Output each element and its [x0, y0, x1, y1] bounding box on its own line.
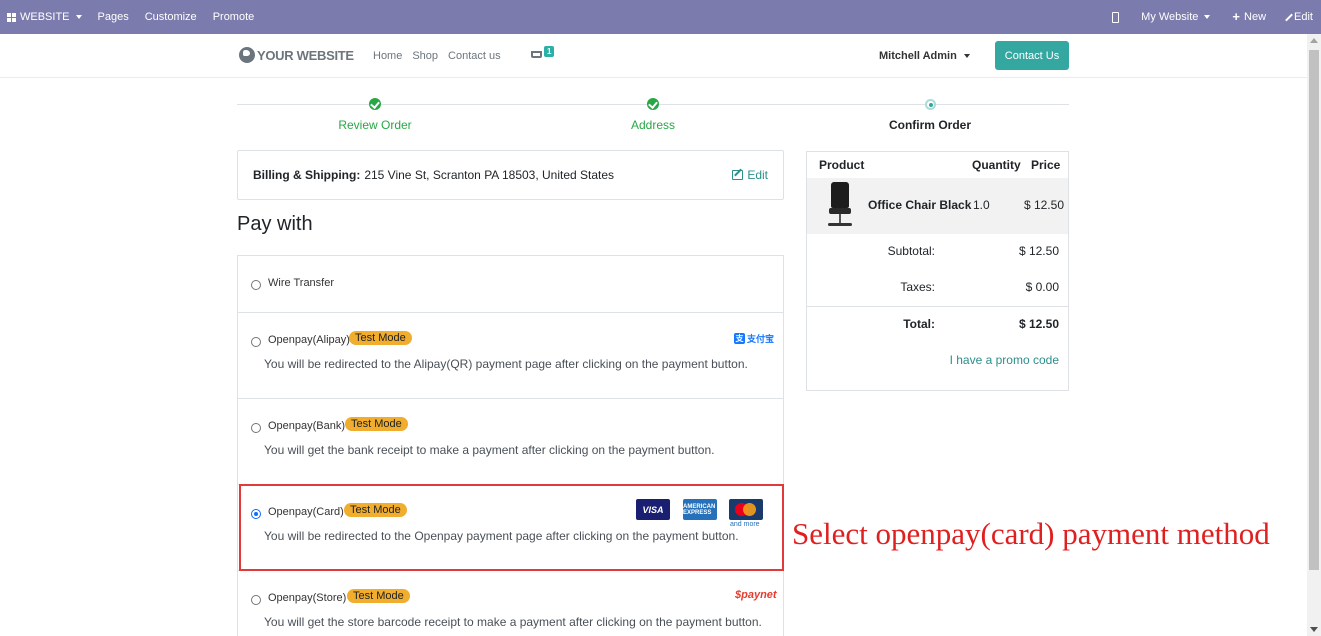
- user-name: Mitchell Admin: [879, 50, 957, 62]
- address-value: 215 Vine St, Scranton PA 18503, United S…: [364, 168, 615, 182]
- payment-description: You will get the store barcode receipt t…: [264, 615, 762, 629]
- page-scrollbar[interactable]: [1307, 34, 1321, 636]
- contact-us-button[interactable]: Contact Us: [995, 41, 1069, 70]
- subtotal-value: $ 12.50: [1018, 244, 1059, 258]
- step-address-check-icon: [647, 98, 659, 110]
- apps-menu-label: WEBSITE: [20, 11, 70, 23]
- test-mode-badge: Test Mode: [347, 589, 410, 603]
- promo-code-link[interactable]: I have a promo code: [950, 353, 1059, 367]
- column-header-quantity: Quantity: [972, 158, 1021, 172]
- mobile-icon: [1112, 11, 1120, 23]
- scroll-up-icon[interactable]: [1310, 38, 1318, 43]
- nav-contact-us[interactable]: Contact us: [448, 50, 501, 62]
- chevron-down-icon: [75, 15, 82, 19]
- user-menu[interactable]: Mitchell Admin: [879, 50, 970, 62]
- divider: [807, 306, 1068, 307]
- main-nav: Home Shop Contact us: [373, 50, 501, 62]
- new-button[interactable]: + New: [1232, 9, 1267, 24]
- edit-icon: [732, 170, 744, 180]
- alipay-logo: 支 支付宝: [734, 332, 774, 345]
- edit-address-link[interactable]: Edit: [732, 168, 768, 182]
- payment-radio[interactable]: [251, 337, 261, 347]
- step-review-order-check-icon: [369, 98, 381, 110]
- annotation-text: Select openpay(card) payment method: [792, 516, 1270, 551]
- test-mode-badge: Test Mode: [349, 331, 412, 345]
- column-header-price: Price: [1031, 158, 1061, 172]
- taxes-label: Taxes:: [900, 280, 935, 294]
- address-label: Billing & Shipping:: [253, 168, 361, 182]
- payment-option-openpay-alipay[interactable]: Openpay(Alipay) Test Mode 支 支付宝 You will…: [238, 313, 783, 399]
- payment-option-wire-transfer[interactable]: Wire Transfer: [238, 256, 783, 313]
- payment-radio[interactable]: [251, 595, 261, 605]
- product-quantity: 1.0: [973, 198, 990, 212]
- logo-text: YOUR WEBSITE: [257, 47, 354, 63]
- payment-name: Openpay(Store): [268, 592, 347, 604]
- nav-shop[interactable]: Shop: [412, 50, 438, 62]
- edit-label: Edit: [1294, 11, 1313, 23]
- step-confirm-order: Confirm Order: [888, 118, 971, 132]
- address-card: Billing & Shipping: 215 Vine St, Scranto…: [237, 150, 784, 200]
- cart-link[interactable]: 1: [531, 46, 561, 66]
- cart-count-badge: 1: [544, 46, 555, 57]
- chevron-down-icon: [963, 54, 970, 58]
- alipay-logo-text: 支付宝: [747, 334, 775, 344]
- globe-icon: [239, 47, 255, 63]
- step-review-order[interactable]: Review Order: [295, 118, 455, 132]
- scrollbar-thumb[interactable]: [1309, 50, 1319, 570]
- order-line: Office Chair Black 1.0 $ 12.50: [807, 178, 1068, 234]
- step-confirm-order-dot-icon: [925, 99, 936, 110]
- highlight-box: [239, 484, 784, 571]
- total-value: $ 12.50: [1018, 317, 1059, 331]
- step-address[interactable]: Address: [573, 118, 733, 132]
- subtotal-label: Subtotal:: [887, 244, 935, 258]
- chevron-down-icon: [1204, 15, 1211, 19]
- column-header-product: Product: [819, 158, 865, 172]
- cart-icon: [531, 51, 542, 58]
- payment-radio[interactable]: [251, 423, 261, 433]
- payment-methods-list: Wire Transfer Openpay(Alipay) Test Mode …: [237, 255, 784, 636]
- order-summary: Product Quantity Price Office Chair Blac…: [806, 151, 1069, 391]
- my-website-menu[interactable]: My Website: [1141, 11, 1211, 23]
- pencil-icon: [1285, 13, 1293, 21]
- nav-home[interactable]: Home: [373, 50, 402, 62]
- scroll-down-icon[interactable]: [1310, 627, 1318, 632]
- menu-promote[interactable]: Promote: [213, 11, 255, 23]
- alipay-icon: 支: [734, 333, 745, 344]
- apps-grid-icon: [7, 12, 16, 22]
- payment-option-openpay-bank[interactable]: Openpay(Bank) Test Mode You will get the…: [238, 399, 783, 485]
- my-website-label: My Website: [1141, 11, 1199, 23]
- payment-name: Openpay(Bank): [268, 420, 346, 432]
- product-name[interactable]: Office Chair Black: [868, 198, 971, 212]
- menu-customize[interactable]: Customize: [145, 11, 197, 23]
- site-logo[interactable]: YOUR WEBSITE: [239, 47, 354, 63]
- payment-radio[interactable]: [251, 280, 261, 290]
- apps-menu[interactable]: WEBSITE: [7, 11, 82, 23]
- plus-icon: +: [1232, 9, 1241, 24]
- site-header: YOUR WEBSITE Home Shop Contact us 1 Mitc…: [0, 34, 1307, 78]
- payment-description: You will get the bank receipt to make a …: [264, 443, 715, 457]
- payment-name: Openpay(Alipay): [268, 334, 350, 346]
- office-chair-image: [826, 182, 856, 230]
- mobile-preview-button[interactable]: [1112, 11, 1120, 23]
- payment-option-openpay-store[interactable]: Openpay(Store) Test Mode $paynet You wil…: [238, 571, 783, 636]
- new-label: New: [1244, 11, 1267, 23]
- payment-description: You will be redirected to the Alipay(QR)…: [264, 357, 748, 371]
- admin-bar: WEBSITE Pages Customize Promote My Websi…: [0, 0, 1321, 34]
- test-mode-badge: Test Mode: [345, 417, 408, 431]
- total-label: Total:: [903, 317, 935, 331]
- menu-pages[interactable]: Pages: [98, 11, 129, 23]
- edit-address-label: Edit: [747, 168, 768, 182]
- edit-button[interactable]: Edit: [1285, 11, 1313, 23]
- product-price: $ 12.50: [1023, 198, 1064, 212]
- pay-with-title: Pay with: [237, 213, 313, 235]
- paynet-logo: $paynet: [735, 589, 777, 601]
- taxes-value: $ 0.00: [1025, 280, 1059, 294]
- payment-name: Wire Transfer: [268, 277, 335, 289]
